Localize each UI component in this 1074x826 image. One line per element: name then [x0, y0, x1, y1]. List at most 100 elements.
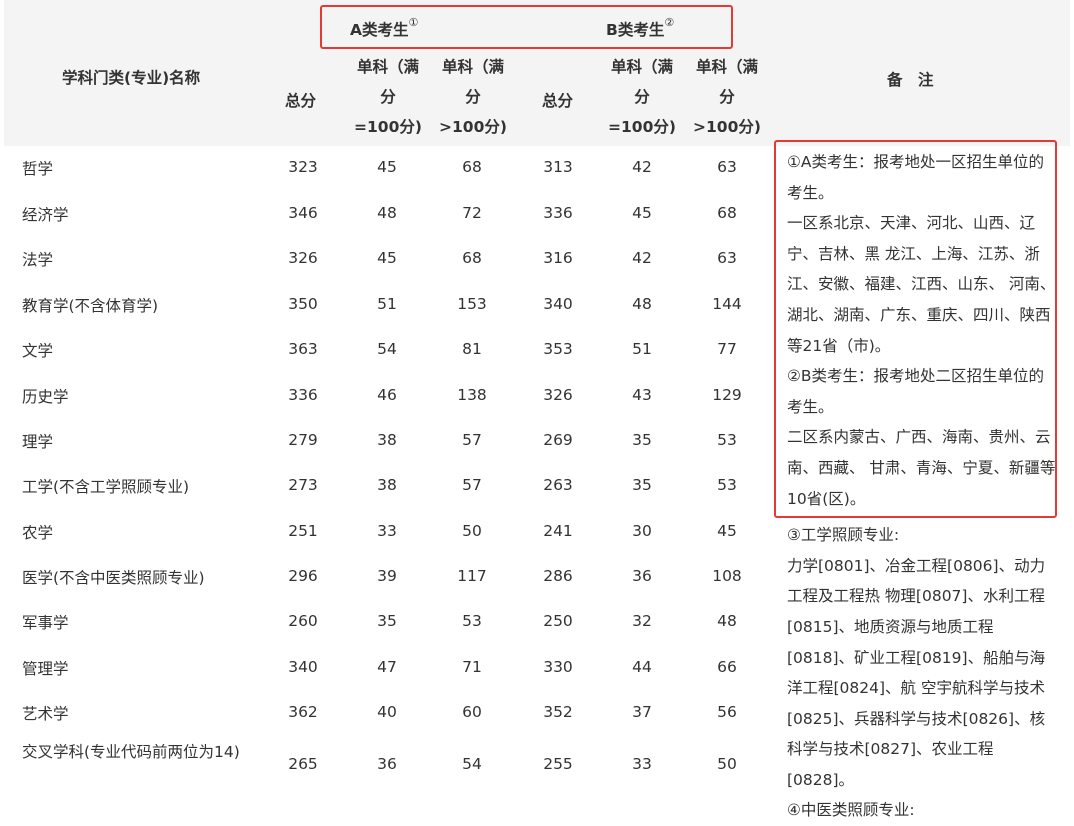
note-tcm-title: ④中医类照顾专业: [787, 801, 915, 820]
row-subject-name: 管理学 [22, 660, 69, 678]
row-score-b-s1: 30 [632, 522, 652, 540]
group-a-label: A类考生 [350, 21, 409, 39]
row-score-a-s2: 138 [457, 386, 487, 404]
row-score-a-s2: 71 [462, 658, 482, 676]
row-score-b-s2: 56 [717, 703, 737, 721]
row-score-b-total: 255 [543, 755, 573, 773]
row-score-b-s2: 45 [717, 522, 737, 540]
row-score-b-s1: 33 [632, 755, 652, 773]
row-score-a-total: 326 [288, 249, 318, 267]
row-subject-name: 哲学 [22, 160, 54, 178]
note-zone2: 二区系内蒙古、广西、海南、贵州、云南、西藏、 甘肃、青海、宁夏、新疆等10省(区… [787, 428, 1056, 508]
group-b-label: B类考生 [606, 21, 665, 39]
group-a-header: A类考生① [350, 16, 419, 40]
header-line: =100分) [354, 118, 422, 136]
row-score-a-s2: 68 [462, 249, 482, 267]
row-score-b-s1: 51 [632, 340, 652, 358]
row-score-a-total: 350 [288, 295, 318, 313]
row-score-b-s1: 42 [632, 249, 652, 267]
row-subject-name: 农学 [22, 524, 54, 542]
row-score-b-s1: 36 [632, 567, 652, 585]
row-score-a-s1: 40 [377, 703, 397, 721]
note-b-definition: ②B类考生：报考地处二区招生单位的考生。 [787, 367, 1045, 416]
row-score-a-total: 340 [288, 658, 318, 676]
row-subject-name: 历史学 [22, 388, 69, 406]
column-header-a-total: 总分 [285, 92, 317, 110]
note-a-definition: ①A类考生：报考地处一区招生单位的考生。 [787, 153, 1044, 202]
row-score-b-total: 250 [543, 612, 573, 630]
row-score-b-s2: 77 [717, 340, 737, 358]
row-score-a-s2: 50 [462, 522, 482, 540]
note-engineering-title: ③工学照顾专业: [787, 526, 900, 545]
row-score-a-total: 346 [288, 204, 318, 222]
row-score-a-s1: 39 [377, 567, 397, 585]
column-header-name: 学科门类(专业)名称 [62, 69, 201, 87]
row-score-b-s2: 63 [717, 249, 737, 267]
row-score-a-s1: 45 [377, 249, 397, 267]
row-score-b-s2: 108 [712, 567, 742, 585]
header-line: 单科（满 [441, 58, 504, 76]
row-score-a-s2: 54 [462, 755, 482, 773]
column-header-b-single-gt100: 单科（满 分 >100分) [687, 52, 767, 142]
column-header-a-single100: 单科（满 分 =100分) [348, 52, 428, 142]
row-score-a-s1: 51 [377, 295, 397, 313]
row-score-a-s2: 68 [462, 158, 482, 176]
row-subject-name: 交叉学科(专业代码前两位为14) [22, 743, 240, 761]
row-score-b-s2: 63 [717, 158, 737, 176]
header-line: 分 [380, 88, 396, 106]
row-score-b-s2: 68 [717, 204, 737, 222]
row-subject-name: 教育学(不含体育学) [22, 297, 159, 315]
row-subject-name: 艺术学 [22, 705, 69, 723]
row-score-b-total: 316 [543, 249, 573, 267]
row-score-b-s1: 48 [632, 295, 652, 313]
row-score-a-total: 363 [288, 340, 318, 358]
group-a-mark: ① [408, 16, 419, 29]
row-score-a-s2: 60 [462, 703, 482, 721]
row-score-b-s2: 50 [717, 755, 737, 773]
row-score-b-s1: 35 [632, 431, 652, 449]
row-score-a-s1: 38 [377, 476, 397, 494]
row-score-b-s2: 53 [717, 476, 737, 494]
row-score-b-s1: 37 [632, 703, 652, 721]
row-score-b-total: 263 [543, 476, 573, 494]
row-score-b-total: 340 [543, 295, 573, 313]
row-score-a-s2: 153 [457, 295, 487, 313]
row-subject-name: 理学 [22, 433, 54, 451]
row-score-a-s2: 117 [457, 567, 487, 585]
header-line: >100分) [693, 118, 761, 136]
row-score-b-s1: 44 [632, 658, 652, 676]
row-score-b-s2: 144 [712, 295, 742, 313]
row-score-a-total: 362 [288, 703, 318, 721]
header-line: 分 [634, 88, 650, 106]
row-score-a-s2: 53 [462, 612, 482, 630]
header-line: 分 [719, 88, 735, 106]
column-header-a-single-gt100: 单科（满 分 >100分) [433, 52, 513, 142]
header-line: 分 [465, 88, 481, 106]
row-score-a-s2: 81 [462, 340, 482, 358]
row-score-a-s1: 54 [377, 340, 397, 358]
row-score-b-total: 313 [543, 158, 573, 176]
row-score-b-s1: 42 [632, 158, 652, 176]
row-score-a-s1: 33 [377, 522, 397, 540]
row-score-a-total: 273 [288, 476, 318, 494]
row-score-b-total: 336 [543, 204, 573, 222]
header-line: 单科（满 [610, 58, 673, 76]
row-score-b-total: 241 [543, 522, 573, 540]
row-score-b-total: 353 [543, 340, 573, 358]
row-score-b-s2: 66 [717, 658, 737, 676]
row-score-a-total: 296 [288, 567, 318, 585]
row-subject-name: 经济学 [22, 206, 69, 224]
row-score-b-s2: 48 [717, 612, 737, 630]
row-subject-name: 法学 [22, 251, 54, 269]
column-header-b-total: 总分 [542, 92, 574, 110]
row-score-a-total: 265 [288, 755, 318, 773]
row-score-a-s2: 57 [462, 476, 482, 494]
row-score-a-s1: 48 [377, 204, 397, 222]
row-score-a-s2: 72 [462, 204, 482, 222]
group-b-header: B类考生② [606, 16, 674, 40]
row-score-a-s1: 38 [377, 431, 397, 449]
row-score-b-s1: 43 [632, 386, 652, 404]
row-score-a-s1: 46 [377, 386, 397, 404]
header-line: >100分) [439, 118, 507, 136]
header-line: 单科（满 [356, 58, 419, 76]
